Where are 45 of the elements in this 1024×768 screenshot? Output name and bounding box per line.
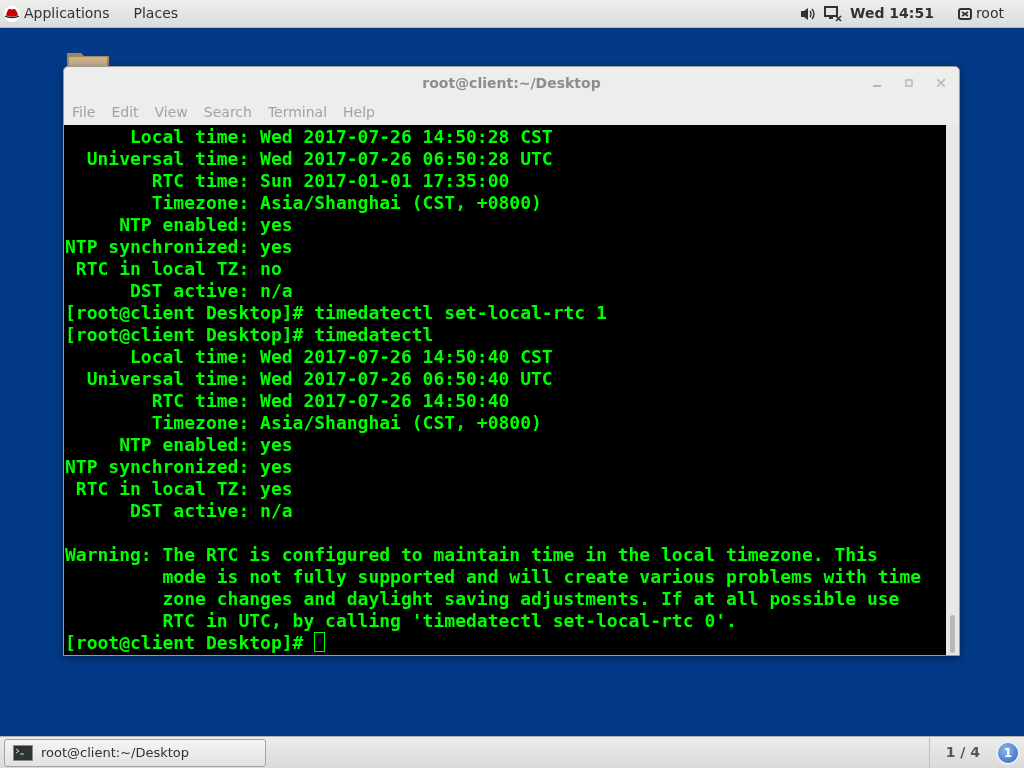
top-menu[interactable]: Applications	[24, 3, 110, 24]
notification-badge[interactable]: 1	[996, 740, 1020, 765]
command-line: [root@client Desktop]# timedatectl	[64, 324, 435, 346]
folder-icon[interactable]	[66, 51, 110, 67]
output-line: NTP enabled: yes	[118, 434, 294, 456]
hat-logo-icon	[4, 5, 20, 22]
output-line: Timezone: Asia/Shanghai (CST, +0800)	[150, 192, 543, 214]
task-button[interactable]: root@client:~/Desktop	[4, 738, 266, 767]
menu-item[interactable]: Help	[343, 101, 375, 123]
network-icon[interactable]	[824, 5, 842, 22]
output-line: Universal time: Wed 2017-07-26 06:50:40 UTC	[85, 368, 554, 390]
output-line: zone changes and daylight saving adjustments. If at all possible use	[161, 588, 901, 610]
top-menu[interactable]: Places	[133, 3, 179, 24]
output-line: Warning: The RTC is configured to maintain time in the local timezone. This	[64, 544, 879, 566]
window-title: root@client:~/Desktop	[422, 73, 601, 93]
speaker-icon[interactable]	[800, 6, 816, 21]
scrollbar[interactable]	[946, 125, 959, 655]
output-line: NTP enabled: yes	[118, 214, 294, 236]
menu-item[interactable]: Search	[203, 101, 252, 123]
output-line: Timezone: Asia/Shanghai (CST, +0800)	[150, 412, 543, 434]
menu-item[interactable]: Edit	[111, 101, 139, 123]
output-line: Local time: Wed 2017-07-26 14:50:28 CST	[129, 126, 554, 148]
output-line: RTC time: Wed 2017-07-26 14:50:40	[150, 390, 511, 412]
menu-item[interactable]: File	[72, 101, 96, 123]
command-line: [root@client Desktop]# timedatectl set-local-rtc 1	[64, 302, 608, 324]
user-menu[interactable]: root	[975, 3, 1004, 24]
output-line: mode is not fully supported and will create various problems with time	[161, 566, 923, 588]
task-label: root@client:~/Desktop	[41, 743, 190, 762]
menu-item[interactable]: View	[154, 101, 188, 123]
output-line: RTC in UTC, by calling 'timedatectl set-local-rtc 0'.	[161, 610, 738, 632]
output-line: RTC time: Sun 2017-01-01 17:35:00	[150, 170, 511, 192]
output-line: NTP synchronized: yes	[64, 236, 294, 258]
clock[interactable]: Wed 14:51	[850, 3, 934, 24]
output-line: Local time: Wed 2017-07-26 14:50:40 CST	[129, 346, 554, 368]
output-line: RTC in local TZ: yes	[74, 478, 294, 500]
cursor	[314, 632, 326, 652]
output-line: DST active: n/a	[129, 280, 294, 302]
prompt-text: [root@client Desktop]#	[65, 632, 304, 654]
output-line: DST active: n/a	[129, 500, 294, 522]
output-line: Universal time: Wed 2017-07-26 06:50:28 UTC	[85, 148, 554, 170]
output-line: RTC in local TZ: no	[74, 258, 283, 280]
workspace-indicator[interactable]: 1 / 4	[928, 737, 996, 768]
menu-item[interactable]: Terminal	[267, 101, 328, 123]
terminal-icon	[13, 744, 33, 761]
output-line: NTP synchronized: yes	[64, 456, 294, 478]
